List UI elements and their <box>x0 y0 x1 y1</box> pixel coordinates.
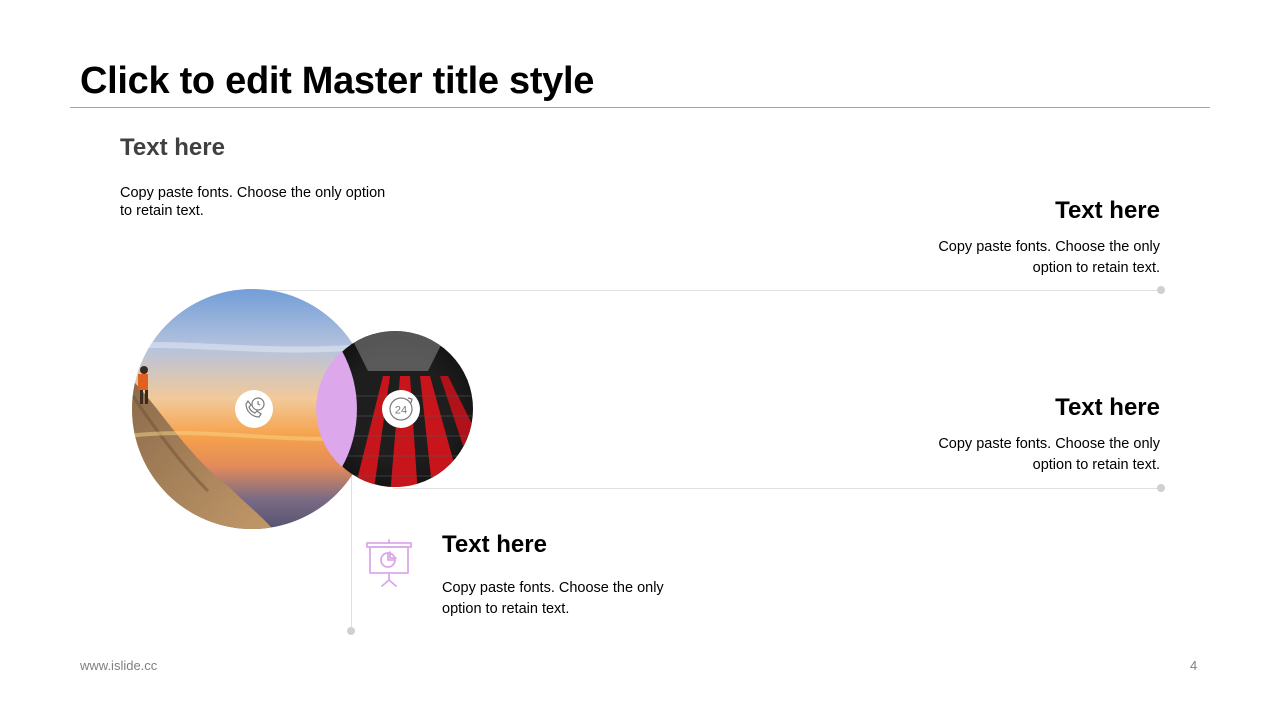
24-hour-icon: 24 <box>382 390 420 428</box>
block-4-body[interactable]: Copy paste fonts. Choose the only option… <box>442 578 742 620</box>
block-4-line-1: Copy paste fonts. Choose the only <box>442 580 664 596</box>
photo-circles <box>132 289 473 529</box>
block-3-line-1: Copy paste fonts. Choose the only <box>938 436 1160 452</box>
page-number: 4 <box>1190 658 1198 673</box>
slide-title[interactable]: Click to edit Master title style <box>80 60 594 103</box>
block-2-line-2: option to retain text. <box>1032 260 1160 276</box>
block-3-line-2: option to retain text. <box>1032 457 1160 473</box>
block-1-body[interactable]: Copy paste fonts. Choose the only option… <box>120 184 420 220</box>
block-1-line-1: Copy paste fonts. Choose the only option <box>120 185 386 201</box>
slide: Click to edit Master title style Text he… <box>0 0 1280 720</box>
footer-url: www.islide.cc <box>80 658 158 673</box>
connector-dot-bottom <box>347 627 355 635</box>
block-2-line-1: Copy paste fonts. Choose the only <box>938 239 1160 255</box>
phone-clock-icon <box>235 390 273 428</box>
connector-dot-middle <box>1157 484 1165 492</box>
connector-line-middle <box>394 488 1160 489</box>
block-3-heading[interactable]: Text here <box>1055 394 1160 422</box>
block-2-heading[interactable]: Text here <box>1055 197 1160 225</box>
svg-text:24: 24 <box>395 405 407 417</box>
title-divider <box>70 107 1210 108</box>
block-1-heading[interactable]: Text here <box>120 134 225 162</box>
block-4-line-2: option to retain text. <box>442 601 570 617</box>
block-3-body[interactable]: Copy paste fonts. Choose the only option… <box>860 434 1160 476</box>
block-2-body[interactable]: Copy paste fonts. Choose the only option… <box>860 237 1160 279</box>
presentation-board-icon <box>364 538 414 588</box>
connector-dot-top <box>1157 286 1165 294</box>
block-1-line-2: to retain text. <box>120 203 204 219</box>
